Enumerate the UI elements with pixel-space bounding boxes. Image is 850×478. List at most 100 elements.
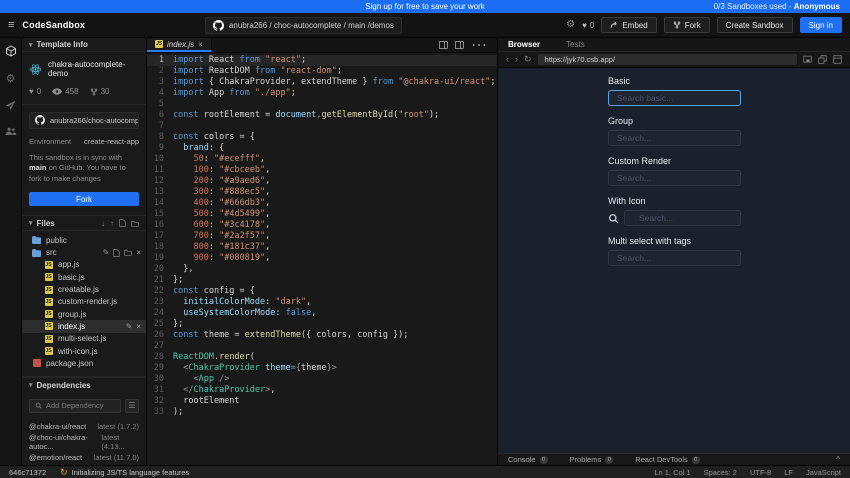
deployment-rocket-icon[interactable]: [5, 100, 16, 111]
chevron-down-icon: ▾: [29, 381, 33, 389]
menu-icon[interactable]: ≡: [8, 20, 14, 31]
language-activity: ↻ Initializing JS/TS language features: [60, 468, 189, 477]
tab-index-js[interactable]: JS index.js ×: [147, 38, 212, 52]
file-tree-item-app-js[interactable]: JS app.js: [22, 259, 146, 271]
devtools-tab-problems[interactable]: Problems0: [570, 455, 614, 464]
chevron-up-icon[interactable]: ^: [836, 455, 840, 464]
file-tree-item-src[interactable]: src✎×: [22, 247, 146, 259]
github-repo-card[interactable]: anubra266/choc-autocomplete: [29, 112, 139, 129]
new-folder-icon[interactable]: [131, 220, 139, 227]
new-folder-icon[interactable]: [124, 249, 132, 256]
download-icon[interactable]: ↓: [101, 219, 105, 228]
code-line: 26const theme = extendTheme({ colors, co…: [147, 330, 497, 341]
close-icon[interactable]: ×: [136, 248, 141, 257]
split-view-icon[interactable]: [439, 41, 448, 49]
file-tree-item-index-js[interactable]: JS index.js✎×: [22, 320, 146, 332]
browser-nav-bar: ‹ › ↻ https://jyk70.csb.app/: [498, 52, 850, 68]
code-line: 24 useSystemColorMode: false,: [147, 308, 497, 319]
count-badge: 0: [540, 456, 548, 464]
code-line: 13 300: "#888ec5",: [147, 187, 497, 198]
live-collaborators-icon[interactable]: [5, 126, 17, 136]
close-icon[interactable]: ×: [136, 322, 141, 331]
fork-label: Fork: [685, 21, 701, 30]
template-info-header[interactable]: ▾ Template Info: [22, 38, 146, 52]
file-tree-item-with-icon-js[interactable]: JS with-icon.js: [22, 345, 146, 357]
file-tree-item-package-json[interactable]: package.json: [22, 357, 146, 369]
code-line: 3import { ChakraProvider, extendTheme } …: [147, 77, 497, 88]
code-line: 33);: [147, 407, 497, 418]
basic-input[interactable]: [608, 90, 741, 106]
code-line: 14 400: "#666db3",: [147, 198, 497, 209]
heart-icon: ♥: [29, 87, 34, 96]
status-bar: 646c71372 ↻ Initializing JS/TS language …: [0, 465, 850, 478]
more-options-icon[interactable]: ⋯: [471, 35, 488, 55]
tab-tests[interactable]: Tests: [566, 40, 585, 49]
template-info-title: Template Info: [37, 40, 88, 49]
js-file-icon: JS: [155, 40, 163, 48]
close-icon[interactable]: ×: [198, 40, 203, 49]
template-name: chakra-autocomplete-demo: [48, 60, 139, 78]
heart-icon: ♥: [582, 21, 587, 30]
field-label: With Icon: [608, 196, 741, 206]
back-icon[interactable]: ‹: [506, 55, 509, 64]
edit-icon[interactable]: ✎: [103, 248, 110, 257]
dependency-row[interactable]: @chakra-ui/react latest (1.7.2): [22, 419, 146, 435]
stat-fork: 30: [90, 87, 110, 96]
file-tree-item-basic-js[interactable]: JS basic.js: [22, 271, 146, 283]
signup-banner[interactable]: Sign up for free to save your work 0/3 S…: [0, 0, 850, 13]
refresh-icon[interactable]: ↻: [524, 55, 532, 64]
status-item: Ln 1, Col 1: [654, 468, 690, 477]
with-icon-input[interactable]: [624, 210, 741, 226]
forward-icon[interactable]: ›: [515, 55, 518, 64]
file-tree-item-public[interactable]: public: [22, 234, 146, 246]
js-file-icon: JS: [44, 273, 53, 281]
github-repo-breadcrumb[interactable]: anubra266 / choc-autocomplete / main /de…: [205, 17, 402, 34]
dependency-row[interactable]: @emotion/react latest (11.7.0): [22, 450, 146, 466]
tab-browser[interactable]: Browser: [508, 40, 540, 49]
responsive-mode-icon[interactable]: [803, 55, 812, 64]
new-file-icon[interactable]: [119, 219, 126, 227]
edit-icon[interactable]: ✎: [126, 322, 133, 331]
fork-button[interactable]: Fork: [664, 17, 710, 33]
file-tree-item-multi-select-js[interactable]: JS multi-select.js: [22, 333, 146, 345]
chevron-down-icon: ▾: [29, 219, 33, 227]
upload-icon[interactable]: ↑: [110, 219, 114, 228]
new-file-icon[interactable]: [113, 249, 120, 257]
devtools-tab-console[interactable]: Console0: [508, 455, 548, 464]
repo-path: anubra266 / choc-autocomplete / main /de…: [229, 21, 394, 30]
like-counter[interactable]: ♥ 0: [582, 21, 594, 30]
file-tree-item-creatable-js[interactable]: JS creatable.js: [22, 283, 146, 295]
add-dependency-input[interactable]: [46, 401, 115, 410]
multi-select-with-tags-input[interactable]: [608, 250, 741, 266]
embed-button[interactable]: Embed: [601, 17, 656, 33]
devtools-panel-icon[interactable]: [833, 55, 842, 64]
app-brand[interactable]: CodeSandbox: [22, 20, 85, 30]
file-tree-item-custom-render-js[interactable]: JS custom-render.js: [22, 296, 146, 308]
sidebar-fork-button[interactable]: Fork: [29, 192, 139, 206]
project-info-icon[interactable]: [5, 45, 17, 57]
preview-layout-icon[interactable]: [455, 41, 464, 49]
dependency-row[interactable]: @choc-ui/chakra-autoc... latest (4.13...: [22, 434, 146, 450]
files-section-header[interactable]: ▾ Files ↓ ↑: [22, 215, 146, 231]
js-file-icon: JS: [44, 310, 53, 318]
js-file-icon: JS: [44, 298, 53, 306]
url-text: https://jyk70.csb.app/: [545, 55, 615, 64]
settings-gear-icon[interactable]: ⚙: [566, 20, 575, 30]
react-logo-icon: [29, 63, 42, 76]
open-new-window-icon[interactable]: [818, 55, 827, 64]
config-gear-icon[interactable]: ⚙: [6, 72, 16, 85]
fork-icon: [90, 88, 98, 96]
group-input[interactable]: [608, 130, 741, 146]
browser-preview-pane: Browser Tests ‹ › ↻ https://jyk70.csb.ap…: [497, 38, 850, 465]
sign-in-button[interactable]: Sign in: [800, 17, 842, 33]
create-sandbox-button[interactable]: Create Sandbox: [717, 17, 793, 33]
code-area[interactable]: 1import React from "react"; 2import Reac…: [147, 53, 497, 465]
status-item: UTF-8: [750, 468, 771, 477]
url-bar[interactable]: https://jyk70.csb.app/: [538, 54, 797, 65]
code-line: 32 rootElement: [147, 396, 497, 407]
custom-render-input[interactable]: [608, 170, 741, 186]
file-tree-item-group-js[interactable]: JS group.js: [22, 308, 146, 320]
dependency-list-icon[interactable]: ☰: [125, 399, 139, 413]
dependencies-section-header[interactable]: ▾ Dependencies: [22, 377, 146, 393]
devtools-tab-react-devtools[interactable]: React DevTools0: [635, 455, 700, 464]
